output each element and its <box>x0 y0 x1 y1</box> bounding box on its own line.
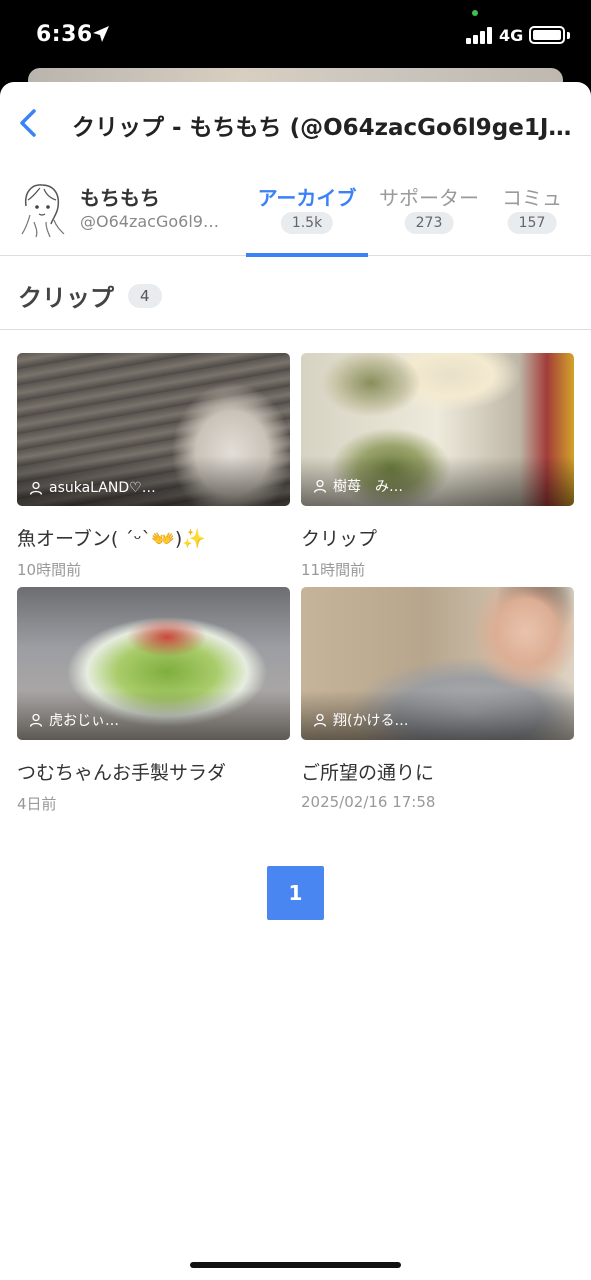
clip-author: 翔(かける… <box>313 710 408 730</box>
clip-author-name: asukaLAND♡… <box>49 480 156 496</box>
status-time: 6:36 <box>36 22 93 47</box>
tab-archive[interactable]: アーカイブ 1.5k <box>246 164 368 257</box>
modal-sheet: クリップ - もちもち (@O64zacGo6l9ge1J) -... もちもち… <box>0 82 591 1280</box>
profile-name[interactable]: もちもち <box>80 182 160 211</box>
clip-author-name: 翔(かける… <box>333 713 409 729</box>
privacy-indicator-dot <box>472 10 478 16</box>
back-chevron-icon[interactable] <box>12 106 46 140</box>
clip-author-name: 樹苺 み… <box>333 479 403 495</box>
tab-label: コミュ <box>502 186 562 210</box>
section-header: クリップ 4 <box>0 256 591 330</box>
location-arrow-icon <box>93 26 109 42</box>
avatar[interactable] <box>16 180 68 238</box>
clip-thumbnail[interactable]: 樹苺 み… <box>301 353 574 506</box>
page-title: クリップ - もちもち (@O64zacGo6l9ge1J) -... <box>72 115 577 141</box>
tab-community[interactable]: コミュ 157 <box>496 164 568 256</box>
pagination-page-button[interactable]: 1 <box>267 866 324 920</box>
navigation-bar: クリップ - もちもち (@O64zacGo6l9ge1J) -... <box>0 82 591 164</box>
user-icon <box>29 713 43 727</box>
profile-handle: @O64zacGo6l9… <box>80 212 219 231</box>
tab-label: アーカイブ <box>257 186 357 210</box>
clip-time: 10時間前 <box>17 561 82 579</box>
network-type: 4G <box>499 26 524 45</box>
user-icon <box>313 479 327 493</box>
clip-title[interactable]: クリップ <box>301 524 574 551</box>
clip-card[interactable]: 翔(かける… ご所望の通りに 2025/02/16 17:58 <box>301 587 574 811</box>
tab-count-badge: 1.5k <box>280 212 334 234</box>
clip-time: 4日前 <box>17 795 57 813</box>
clip-title[interactable]: 魚オーブン( ´ᵕ`👐)✨ <box>17 524 290 551</box>
tab-count-badge: 157 <box>507 212 557 234</box>
tab-label: サポーター <box>379 186 479 210</box>
tab-count-badge: 273 <box>404 212 454 234</box>
section-title: クリップ <box>18 284 114 312</box>
clip-time: 2025/02/16 17:58 <box>301 793 436 811</box>
clip-card[interactable]: 虎おじぃ… つむちゃんお手製サラダ 4日前 <box>17 587 290 814</box>
clip-card[interactable]: 樹苺 み… クリップ 11時間前 <box>301 353 574 580</box>
clip-thumbnail[interactable]: asukaLAND♡… <box>17 353 290 506</box>
clip-thumbnail[interactable]: 虎おじぃ… <box>17 587 290 740</box>
profile-header: もちもち @O64zacGo6l9… アーカイブ 1.5k サポーター 273 … <box>0 164 591 257</box>
home-indicator[interactable] <box>190 1262 401 1268</box>
user-icon <box>29 481 43 495</box>
clip-card[interactable]: asukaLAND♡… 魚オーブン( ´ᵕ`👐)✨ 10時間前 <box>17 353 290 580</box>
clip-author: 虎おじぃ… <box>29 710 119 730</box>
clip-time: 11時間前 <box>301 561 366 579</box>
clip-title[interactable]: ご所望の通りに <box>301 758 574 785</box>
status-bar: 6:36 4G <box>0 0 591 70</box>
clip-title[interactable]: つむちゃんお手製サラダ <box>17 758 290 785</box>
section-count-badge: 4 <box>128 284 162 308</box>
clip-thumbnail[interactable]: 翔(かける… <box>301 587 574 740</box>
clip-author: 樹苺 み… <box>313 476 403 496</box>
battery-icon <box>529 26 565 44</box>
clip-author-name: 虎おじぃ… <box>49 713 119 729</box>
tab-supporters[interactable]: サポーター 273 <box>372 164 486 256</box>
signal-bars-icon <box>466 27 494 44</box>
clip-author: asukaLAND♡… <box>29 480 156 496</box>
user-icon <box>313 713 327 727</box>
